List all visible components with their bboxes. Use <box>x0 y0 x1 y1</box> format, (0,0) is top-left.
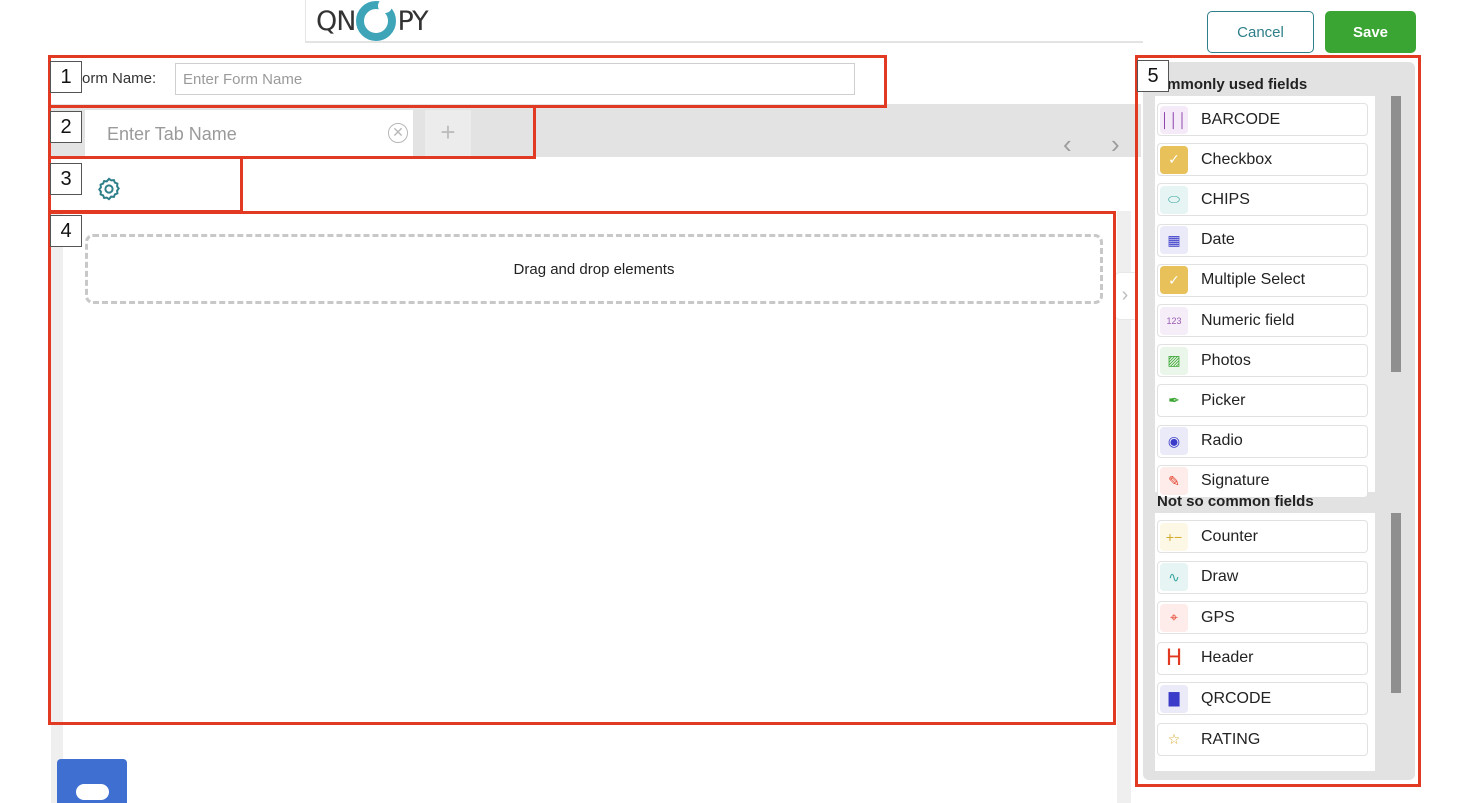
annotation-label-5: 5 <box>1137 60 1169 92</box>
annotation-label-1: 1 <box>50 61 82 93</box>
tab-close-icon[interactable]: ✕ <box>388 123 408 143</box>
common-fields-title: ommonly used fields <box>1158 76 1308 93</box>
field-label: Date <box>1201 231 1235 249</box>
field-label: CHIPS <box>1201 190 1250 208</box>
header-icon: H <box>1160 644 1188 673</box>
panel-collapse-handle[interactable]: › <box>1114 272 1136 320</box>
field-label: Header <box>1201 649 1254 667</box>
field-item-checkbox[interactable]: ✓ Checkbox <box>1157 143 1368 177</box>
canvas-left-gutter <box>51 211 63 803</box>
field-item-qrcode[interactable]: ▇ QRCODE <box>1157 682 1368 716</box>
draw-icon: ∿ <box>1160 563 1188 592</box>
field-label: Signature <box>1201 472 1270 490</box>
save-button[interactable]: Save <box>1325 11 1416 53</box>
annotation-label-2: 2 <box>50 111 82 143</box>
common-fields-scrollbar[interactable] <box>1391 96 1401 372</box>
field-item-barcode[interactable]: │││ BARCODE <box>1157 103 1368 136</box>
numeric-icon: 123 <box>1160 306 1188 335</box>
gear-icon[interactable] <box>97 177 121 201</box>
photo-icon: ▨ <box>1160 346 1188 375</box>
field-label: Picker <box>1201 391 1246 409</box>
header-underline <box>305 41 1143 43</box>
picker-icon: ✒ <box>1160 386 1188 415</box>
qnopy-logo: QN PY <box>316 0 429 42</box>
tab-active[interactable]: ✕ <box>85 110 413 157</box>
field-item-photos[interactable]: ▨ Photos <box>1157 344 1368 378</box>
field-label: QRCODE <box>1201 689 1272 707</box>
field-item-counter[interactable]: +− Counter <box>1157 520 1368 553</box>
field-label: Photos <box>1201 351 1251 369</box>
field-label: Counter <box>1201 527 1258 545</box>
multiple-select-icon: ✓ <box>1160 266 1188 295</box>
field-item-numeric-field[interactable]: 123 Numeric field <box>1157 304 1368 337</box>
field-item-multiple-select[interactable]: ✓ Multiple Select <box>1157 263 1368 297</box>
field-label: Draw <box>1201 568 1239 586</box>
chips-icon: ⬭ <box>1160 185 1188 214</box>
barcode-icon: │││ <box>1160 105 1188 134</box>
logo-text-right: PY <box>397 5 428 37</box>
form-name-input[interactable] <box>175 63 855 95</box>
tab-next-icon[interactable]: › <box>1111 131 1120 157</box>
field-label: Checkbox <box>1201 150 1273 168</box>
header-divider <box>305 0 306 42</box>
field-item-header[interactable]: H Header <box>1157 641 1368 675</box>
uncommon-fields-title: Not so common fields <box>1157 493 1314 510</box>
chat-widget-button[interactable] <box>57 759 127 803</box>
qrcode-icon: ▇ <box>1160 684 1188 713</box>
calendar-icon: ▦ <box>1160 226 1188 255</box>
field-label: Numeric field <box>1201 311 1295 329</box>
cancel-button[interactable]: Cancel <box>1207 11 1314 53</box>
field-label: GPS <box>1201 608 1235 626</box>
field-label: Multiple Select <box>1201 271 1306 289</box>
annotation-label-3: 3 <box>50 163 82 195</box>
logo-text-left: QN <box>316 5 356 37</box>
radio-icon: ◉ <box>1160 427 1188 456</box>
tab-name-input[interactable] <box>107 120 377 148</box>
form-name-label: orm Name: <box>82 70 157 87</box>
logo-ring-icon <box>356 0 397 41</box>
uncommon-fields-scrollbar[interactable] <box>1391 513 1401 693</box>
field-item-draw[interactable]: ∿ Draw <box>1157 560 1368 594</box>
field-item-rating[interactable]: ☆ RATING <box>1157 723 1368 756</box>
counter-icon: +− <box>1160 522 1188 551</box>
star-icon: ☆ <box>1160 725 1188 754</box>
annotation-label-4: 4 <box>50 215 82 247</box>
dropzone[interactable]: Drag and drop elements <box>85 234 1103 304</box>
field-item-chips[interactable]: ⬭ CHIPS <box>1157 183 1368 217</box>
field-item-date[interactable]: ▦ Date <box>1157 223 1368 257</box>
tab-prev-icon[interactable]: ‹ <box>1063 131 1072 157</box>
checkbox-icon: ✓ <box>1160 145 1188 174</box>
signature-icon: ✎ <box>1160 467 1188 496</box>
gps-icon: ⌖ <box>1160 603 1188 632</box>
field-label: RATING <box>1201 730 1261 748</box>
field-label: BARCODE <box>1201 110 1281 128</box>
field-item-radio[interactable]: ◉ Radio <box>1157 424 1368 458</box>
chat-widget-pill <box>76 784 109 800</box>
add-tab-button[interactable]: + <box>425 110 471 157</box>
field-item-gps[interactable]: ⌖ GPS <box>1157 601 1368 635</box>
field-item-picker[interactable]: ✒ Picker <box>1157 384 1368 418</box>
field-label: Radio <box>1201 432 1243 450</box>
dropzone-text: Drag and drop elements <box>513 260 675 278</box>
